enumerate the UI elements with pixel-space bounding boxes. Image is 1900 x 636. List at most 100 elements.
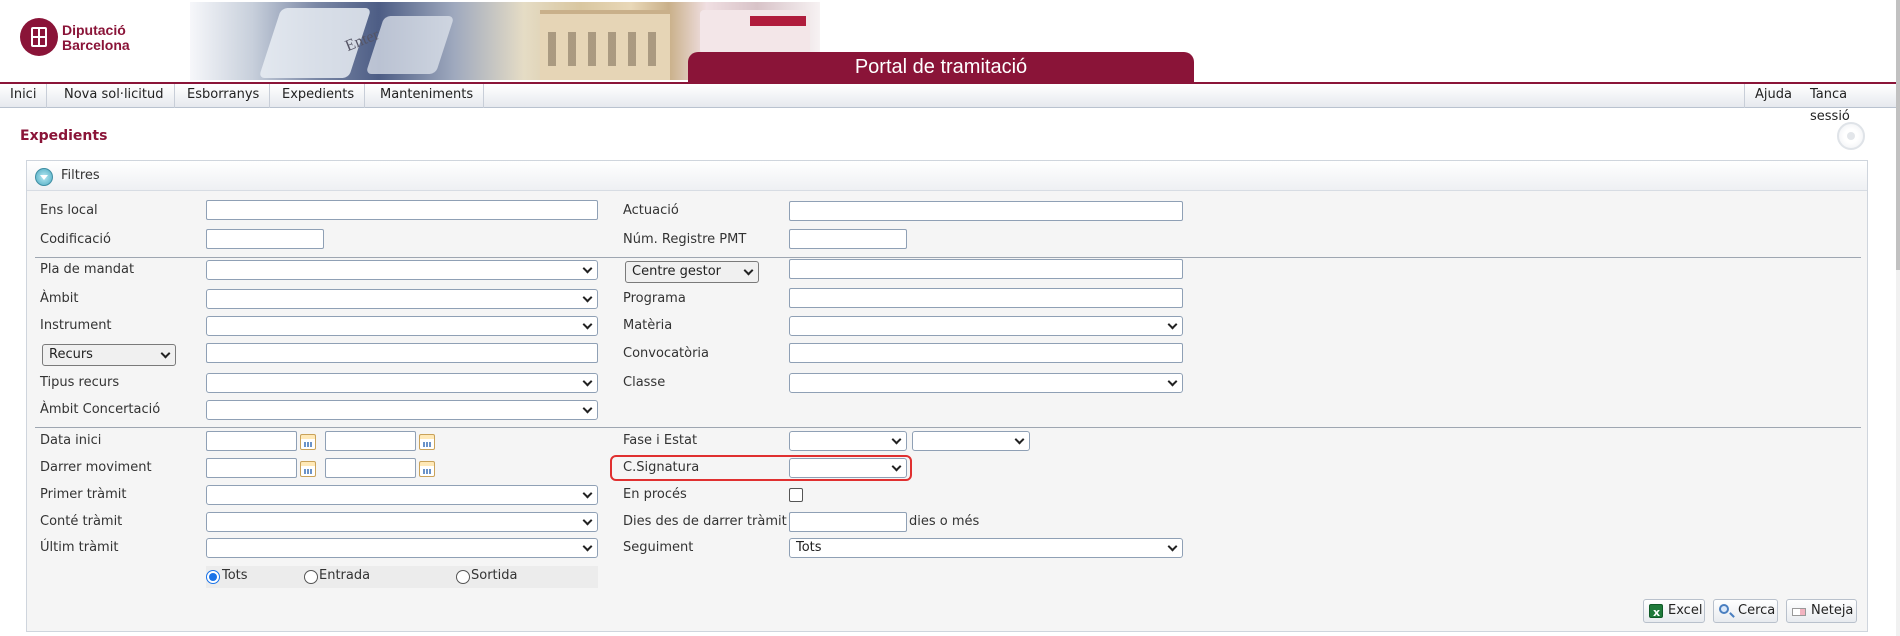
data-inici-to-input[interactable] bbox=[325, 431, 416, 451]
label-ultim-tramit: Últim tràmit bbox=[40, 540, 119, 555]
direction-radio-group: Tots Entrada Sortida bbox=[206, 566, 598, 588]
radio-sortida-label: Sortida bbox=[471, 568, 518, 583]
radio-sortida[interactable] bbox=[456, 570, 470, 584]
darrer-moviment-to-input[interactable] bbox=[325, 458, 416, 478]
menu-item-esborranys[interactable]: Esborranys bbox=[177, 84, 271, 108]
seguiment-value: Tots bbox=[796, 540, 822, 555]
page-title: Expedients bbox=[20, 128, 108, 144]
fase-select[interactable] bbox=[789, 431, 907, 451]
label-classe: Classe bbox=[623, 375, 666, 390]
tipus-recurs-select[interactable] bbox=[206, 373, 598, 393]
calendar-icon[interactable] bbox=[419, 461, 435, 477]
portal-title: Portal de tramitació bbox=[688, 52, 1194, 82]
centre-gestor-select[interactable]: Centre gestor bbox=[625, 261, 759, 283]
label-instrument: Instrument bbox=[40, 318, 112, 333]
excel-button-label: Excel bbox=[1668, 603, 1703, 618]
label-data-inici: Data inici bbox=[40, 433, 102, 448]
label-en-proces: En procés bbox=[623, 487, 687, 502]
menu-item-expedients[interactable]: Expedients bbox=[272, 84, 366, 108]
codificacio-input[interactable] bbox=[206, 229, 324, 249]
label-fase-estat: Fase i Estat bbox=[623, 433, 698, 448]
search-icon bbox=[1719, 604, 1729, 614]
label-programa: Programa bbox=[623, 291, 686, 306]
classe-select[interactable] bbox=[789, 373, 1183, 393]
dies-darrer-tramit-input[interactable] bbox=[789, 512, 907, 532]
banner-screen-bar bbox=[750, 16, 806, 26]
eraser-icon bbox=[1792, 608, 1806, 616]
label-primer-tramit: Primer tràmit bbox=[40, 487, 127, 502]
section-divider bbox=[35, 257, 1861, 258]
label-ambit: Àmbit bbox=[40, 291, 79, 306]
page-scrollbar[interactable] bbox=[1896, 0, 1900, 636]
data-inici-from-input[interactable] bbox=[206, 431, 297, 451]
conte-tramit-select[interactable] bbox=[206, 512, 598, 532]
num-registre-input[interactable] bbox=[789, 229, 907, 249]
menu-item-manteniments[interactable]: Manteniments bbox=[370, 84, 485, 108]
ambit-concertacio-select[interactable] bbox=[206, 400, 598, 420]
recurs-input[interactable] bbox=[206, 343, 598, 363]
menu-item-tanca-sessio[interactable]: Tanca sessió bbox=[1800, 84, 1896, 124]
neteja-button[interactable]: Neteja bbox=[1786, 599, 1857, 623]
excel-button[interactable]: Excel bbox=[1643, 599, 1705, 624]
filter-header[interactable]: Filtres bbox=[27, 161, 1867, 191]
seguiment-select[interactable]: Tots bbox=[789, 538, 1183, 558]
recurs-value: Recurs bbox=[49, 347, 93, 362]
label-convocatoria: Convocatòria bbox=[623, 346, 710, 361]
label-dies-suffix: dies o més bbox=[909, 514, 980, 529]
cerca-button-label: Cerca bbox=[1738, 603, 1776, 618]
convocatoria-input[interactable] bbox=[789, 343, 1183, 363]
centre-gestor-value: Centre gestor bbox=[632, 264, 722, 279]
label-ens-local: Ens local bbox=[40, 203, 98, 218]
recurs-select[interactable]: Recurs bbox=[42, 344, 176, 366]
header: Diputació Barcelona Enter Portal de tram… bbox=[0, 0, 1896, 82]
instrument-select[interactable] bbox=[206, 316, 598, 336]
calendar-icon[interactable] bbox=[300, 434, 316, 450]
label-tipus-recurs: Tipus recurs bbox=[40, 375, 120, 390]
darrer-moviment-from-input[interactable] bbox=[206, 458, 297, 478]
label-seguiment: Seguiment bbox=[623, 540, 694, 555]
en-proces-checkbox[interactable] bbox=[789, 488, 803, 502]
label-codificacio: Codificació bbox=[40, 232, 111, 247]
calendar-icon[interactable] bbox=[419, 434, 435, 450]
csignatura-select[interactable] bbox=[789, 458, 907, 478]
filter-header-label: Filtres bbox=[61, 168, 100, 183]
radio-tots-label: Tots bbox=[222, 568, 248, 583]
label-darrer-moviment: Darrer moviment bbox=[40, 460, 152, 475]
estat-select[interactable] bbox=[912, 431, 1030, 451]
calendar-icon[interactable] bbox=[300, 461, 316, 477]
label-conte-tramit: Conté tràmit bbox=[40, 514, 123, 529]
neteja-button-label: Neteja bbox=[1811, 603, 1854, 618]
collapse-icon[interactable] bbox=[35, 168, 53, 186]
logo-seal-icon bbox=[20, 18, 58, 56]
centre-gestor-input[interactable] bbox=[789, 259, 1183, 279]
main-menu: Inici Nova sol·licitud Esborranys Expedi… bbox=[0, 82, 1896, 124]
label-ambit-concertacio: Àmbit Concertació bbox=[40, 402, 161, 417]
banner-key-shape bbox=[365, 16, 455, 74]
label-materia: Matèria bbox=[623, 318, 673, 333]
menu-item-inici[interactable]: Inici bbox=[0, 84, 48, 108]
radio-tots[interactable] bbox=[206, 570, 220, 584]
label-actuacio: Actuació bbox=[623, 203, 679, 218]
logo-line1: Diputació bbox=[62, 22, 126, 38]
help-icon[interactable] bbox=[1837, 122, 1865, 150]
pla-mandat-select[interactable] bbox=[206, 260, 598, 280]
materia-select[interactable] bbox=[789, 316, 1183, 336]
menu-item-nova-sollicitud[interactable]: Nova sol·licitud bbox=[54, 84, 175, 108]
radio-entrada[interactable] bbox=[304, 570, 318, 584]
ens-local-input[interactable] bbox=[206, 200, 598, 220]
cerca-button[interactable]: Cerca bbox=[1713, 599, 1778, 623]
diputacio-logo[interactable]: Diputació Barcelona bbox=[20, 18, 190, 58]
label-pla-mandat: Pla de mandat bbox=[40, 262, 135, 277]
label-dies-darrer-tramit: Dies des de darrer tràmit bbox=[623, 514, 787, 529]
programa-input[interactable] bbox=[789, 288, 1183, 308]
scrollbar-thumb[interactable] bbox=[1896, 0, 1900, 270]
primer-tramit-select[interactable] bbox=[206, 485, 598, 505]
label-num-registre: Núm. Registre PMT bbox=[623, 232, 747, 247]
logo-line2: Barcelona bbox=[62, 37, 130, 53]
ambit-select[interactable] bbox=[206, 289, 598, 309]
actuacio-input[interactable] bbox=[789, 201, 1183, 221]
ultim-tramit-select[interactable] bbox=[206, 538, 598, 558]
banner-building bbox=[540, 10, 670, 80]
menu-item-ajuda[interactable]: Ajuda bbox=[1744, 84, 1802, 108]
section-divider bbox=[35, 427, 1861, 428]
